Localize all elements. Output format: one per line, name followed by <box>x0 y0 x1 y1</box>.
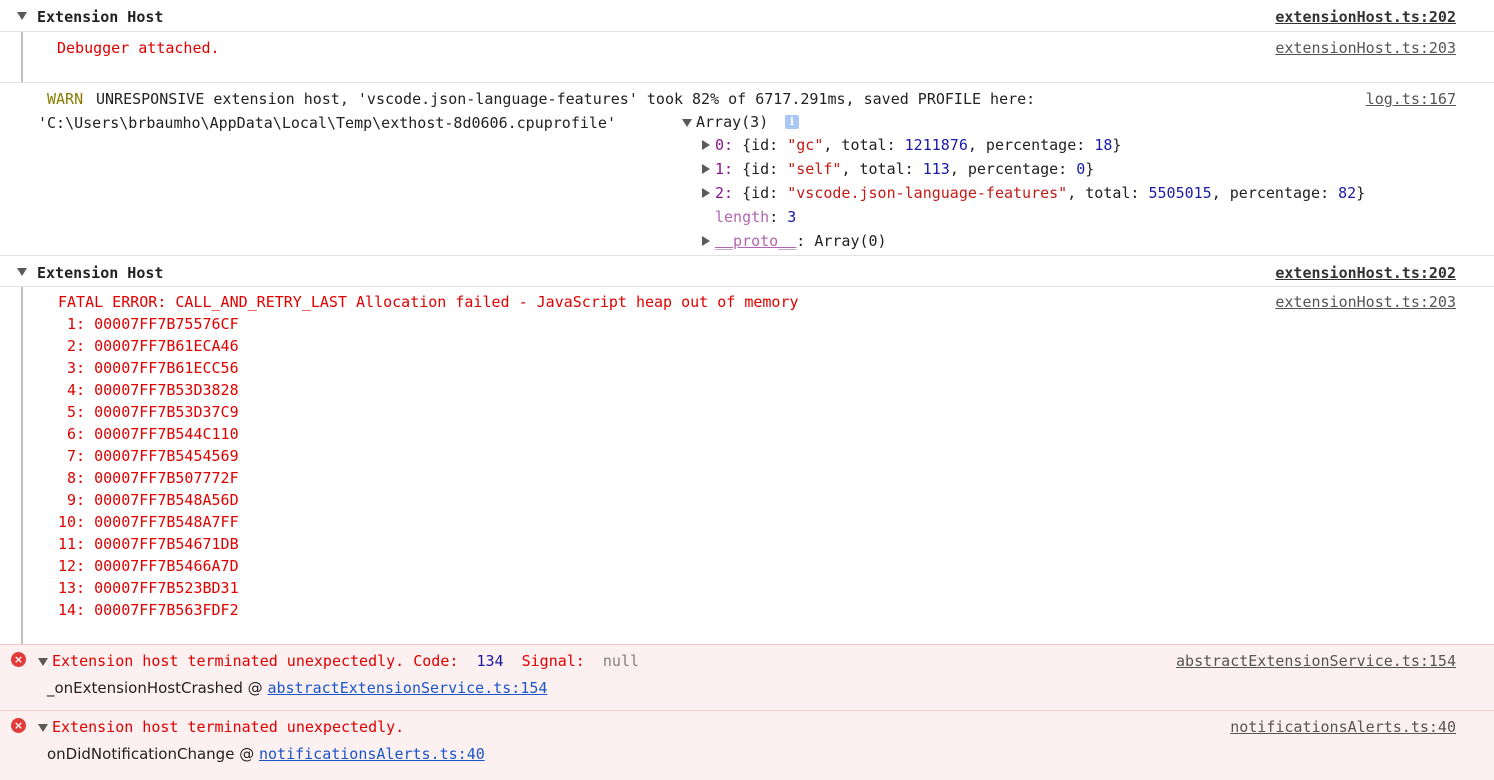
error-icon: × <box>11 718 26 733</box>
item-id: "gc" <box>787 136 824 154</box>
item-percentage: 82 <box>1338 184 1357 202</box>
source-link[interactable]: extensionHost.ts:202 <box>1275 6 1456 28</box>
expand-arrow-icon[interactable] <box>682 119 692 127</box>
console-error-row: × Extension host terminated unexpectedly… <box>0 710 1494 780</box>
info-icon[interactable]: i <box>785 115 799 129</box>
group-indent-bar <box>21 287 23 645</box>
console-group-header[interactable]: Extension Host extensionHost.ts:202 <box>0 255 1494 286</box>
console-error-row: × Extension host terminated unexpectedly… <box>0 644 1494 710</box>
array-proto[interactable]: __proto__: Array(0) <box>715 230 887 252</box>
stack-frame: 2: 00007FF7B61ECA46 <box>58 337 239 355</box>
array-item[interactable]: 2: {id: "vscode.json-language-features",… <box>715 182 1365 204</box>
console-group-body: Debugger attached. extensionHost.ts:203 <box>0 31 1494 83</box>
stack-trace: 1: 00007FF7B75576CF 2: 00007FF7B61ECA46 … <box>58 313 239 621</box>
source-link[interactable]: abstractExtensionService.ts:154 <box>1176 650 1456 672</box>
source-link[interactable]: extensionHost.ts:202 <box>1275 262 1456 284</box>
item-total: 5505015 <box>1148 184 1212 202</box>
error-icon: × <box>11 652 26 667</box>
stack-frame: 4: 00007FF7B53D3828 <box>58 381 239 399</box>
stack-caller: onDidNotificationChange @ notificationsA… <box>47 745 485 763</box>
source-link[interactable]: log.ts:167 <box>1366 88 1456 110</box>
console-group-header[interactable]: Extension Host extensionHost.ts:202 <box>0 0 1494 31</box>
item-index: 0 <box>715 136 725 154</box>
group-title: Extension Host <box>37 8 164 26</box>
console-group-body: FATAL ERROR: CALL_AND_RETRY_LAST Allocat… <box>0 286 1494 645</box>
caller-source-link[interactable]: notificationsAlerts.ts:40 <box>259 745 485 763</box>
log-message: Debugger attached. <box>57 39 220 57</box>
source-link[interactable]: extensionHost.ts:203 <box>1275 37 1456 59</box>
group-title: Extension Host <box>37 264 164 282</box>
item-percentage: 0 <box>1076 160 1086 178</box>
item-index: 1 <box>715 160 725 178</box>
array-length: length: 3 <box>715 208 797 226</box>
array-item[interactable]: 0: {id: "gc", total: 1211876, percentage… <box>715 134 1121 156</box>
error-message[interactable]: Extension host terminated unexpectedly. <box>52 716 404 738</box>
expand-arrow-icon[interactable] <box>17 12 27 20</box>
expand-arrow-icon[interactable] <box>38 724 48 732</box>
stack-frame: 7: 00007FF7B5454569 <box>58 447 239 465</box>
item-total: 1211876 <box>904 136 968 154</box>
stack-frame: 1: 00007FF7B75576CF <box>58 315 239 333</box>
item-total: 113 <box>922 160 950 178</box>
stack-frame: 6: 00007FF7B544C110 <box>58 425 239 443</box>
stack-frame: 3: 00007FF7B61ECC56 <box>58 359 239 377</box>
stack-frame: 14: 00007FF7B563FDF2 <box>58 601 239 619</box>
profile-path: 'C:\Users\brbaumho\AppData\Local\Temp\ex… <box>38 114 616 132</box>
item-id: "self" <box>787 160 842 178</box>
stack-frame: 13: 00007FF7B523BD31 <box>58 579 239 597</box>
source-link[interactable]: extensionHost.ts:203 <box>1275 291 1456 313</box>
stack-frame: 11: 00007FF7B54671DB <box>58 535 239 553</box>
warn-label: WARN <box>47 90 84 108</box>
item-id: "vscode.json-language-features" <box>787 184 1068 202</box>
group-indent-bar <box>21 32 23 83</box>
stack-caller: _onExtensionHostCrashed @ abstractExtens… <box>47 679 548 697</box>
console-warn-row: WARN UNRESPONSIVE extension host, 'vscod… <box>0 82 1494 255</box>
error-code: 134 <box>476 652 504 670</box>
error-message[interactable]: Extension host terminated unexpectedly. … <box>52 650 639 672</box>
fatal-error-message: FATAL ERROR: CALL_AND_RETRY_LAST Allocat… <box>58 293 799 311</box>
stack-frame: 5: 00007FF7B53D37C9 <box>58 403 239 421</box>
devtools-console: Extension Host extensionHost.ts:202 Debu… <box>0 0 1494 780</box>
expand-arrow-icon[interactable] <box>17 268 27 276</box>
item-index: 2 <box>715 184 725 202</box>
stack-frame: 12: 00007FF7B5466A7D <box>58 557 239 575</box>
stack-frame: 9: 00007FF7B548A56D <box>58 491 239 509</box>
expand-arrow-icon[interactable] <box>702 188 710 198</box>
array-label[interactable]: Array(3) <box>696 111 768 133</box>
source-link[interactable]: notificationsAlerts.ts:40 <box>1230 716 1456 738</box>
error-signal: null <box>602 652 640 670</box>
stack-frame: 8: 00007FF7B507772F <box>58 469 239 487</box>
warn-message: UNRESPONSIVE extension host, 'vscode.jso… <box>96 90 1036 108</box>
item-percentage: 18 <box>1094 136 1113 154</box>
array-item[interactable]: 1: {id: "self", total: 113, percentage: … <box>715 158 1094 180</box>
stack-frame: 10: 00007FF7B548A7FF <box>58 513 239 531</box>
caller-source-link[interactable]: abstractExtensionService.ts:154 <box>267 679 547 697</box>
expand-arrow-icon[interactable] <box>38 658 48 666</box>
expand-arrow-icon[interactable] <box>702 164 710 174</box>
expand-arrow-icon[interactable] <box>702 140 710 150</box>
expand-arrow-icon[interactable] <box>702 236 710 246</box>
